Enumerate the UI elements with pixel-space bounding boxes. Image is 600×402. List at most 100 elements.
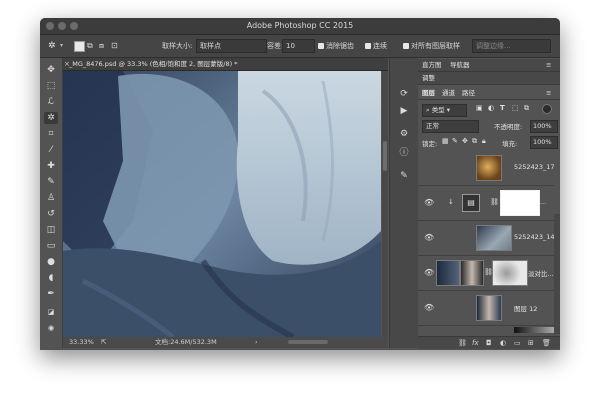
add-mask-icon[interactable]: ◘ — [486, 337, 492, 349]
sample-all-layers-checkbox[interactable]: 对所有图层取样 — [403, 40, 460, 52]
pen-tool-icon[interactable]: ✒ — [44, 288, 58, 300]
eraser-tool-icon[interactable]: ◫ — [44, 224, 58, 236]
tab-navigator[interactable]: 导航器 — [450, 59, 470, 71]
tolerance-input[interactable]: 10 — [282, 39, 315, 53]
actions-play-icon[interactable]: ▶ — [398, 105, 410, 117]
document-canvas[interactable] — [63, 71, 381, 337]
gradient-tool-icon[interactable]: ▭ — [44, 240, 58, 252]
blend-mode-select[interactable]: 正常 — [422, 120, 479, 133]
fill-input[interactable]: 100% — [530, 136, 558, 149]
histogram-navigator-tabs: 直方图 导航器 ≡ — [418, 59, 560, 72]
dodge-tool-icon[interactable]: ◖ — [44, 272, 58, 284]
tab-channels[interactable]: 通道 — [442, 87, 455, 99]
tolerance-label: 容差: — [267, 42, 284, 50]
layer-row[interactable]: 👁︎ ↓ ▤ ⛓ ... — [418, 186, 554, 221]
fx-icon[interactable]: fx — [472, 337, 479, 349]
zoom-level[interactable]: 33.33% — [69, 337, 94, 348]
panel-menu-icon[interactable]: ≡ — [546, 59, 551, 71]
lock-transparent-icon[interactable]: ▦ — [442, 137, 449, 145]
checkbox-checked-icon — [318, 43, 324, 49]
chevron-down-icon[interactable]: ▾ — [60, 40, 63, 52]
brush-tool-icon[interactable]: ✎ — [44, 176, 58, 188]
layer-name: 淡对比... — [528, 270, 554, 278]
filter-toggle-icon[interactable] — [542, 104, 552, 114]
eye-icon[interactable]: 👁︎ — [424, 303, 434, 312]
layers-footer: ⛓ fx ◘ ◐ ▭ ⊞ 🗑︎ — [418, 336, 560, 349]
new-group-icon[interactable]: ▭ — [514, 337, 521, 349]
add-selection-icon[interactable]: ⧉ — [87, 40, 93, 52]
panel-menu-icon[interactable]: ≡ — [546, 87, 551, 99]
eyedropper-tool-icon[interactable]: ⁄ — [44, 144, 58, 156]
sample-size-label: 取样大小: — [162, 42, 193, 50]
layers-scrollbar[interactable] — [554, 214, 560, 334]
layer-mask-thumbnail[interactable] — [500, 190, 540, 216]
scroll-thumb[interactable] — [383, 141, 387, 171]
sample-size-value: 取样点 — [200, 42, 221, 50]
crop-tool-icon[interactable]: ⌗ — [44, 128, 58, 140]
adjustment-layer-icon[interactable]: ◐ — [500, 337, 506, 349]
new-selection-icon[interactable] — [74, 41, 85, 52]
smart-object-filter-icon[interactable]: ⧉ — [524, 104, 529, 113]
marquee-tool-icon[interactable]: ⬚ — [44, 80, 58, 92]
tab-histogram[interactable]: 直方图 — [422, 59, 442, 71]
new-layer-icon[interactable]: ⊞ — [528, 337, 534, 349]
layer-row[interactable]: 👁︎ ⛓ 淡对比... — [418, 256, 554, 291]
layer-row[interactable]: 👁︎ 5252423_145938... — [418, 221, 554, 256]
tab-layers[interactable]: 图层 — [422, 87, 435, 99]
layer-name: ... — [540, 198, 547, 206]
foreground-color-icon[interactable]: ◪ — [44, 306, 58, 318]
lasso-tool-icon[interactable]: ℒ — [44, 96, 58, 108]
info-icon[interactable]: ⓘ — [398, 147, 410, 159]
layer-row[interactable]: 👁︎ 5252423_173600... — [418, 151, 554, 186]
magic-wand-tool-preset-icon[interactable]: ✲ — [48, 40, 56, 52]
link-layers-icon[interactable]: ⛓ — [458, 337, 467, 349]
sample-size-select[interactable]: 取样点 — [196, 39, 267, 53]
contiguous-checkbox[interactable]: 连续 — [365, 40, 387, 52]
lock-artboard-icon[interactable]: ⧉ — [472, 137, 477, 146]
canvas-vertical-scrollbar[interactable] — [382, 71, 388, 337]
lock-all-icon[interactable]: 🔒︎ — [482, 137, 486, 146]
checkbox-checked-icon — [403, 43, 409, 49]
tools-panel: ✥ ⬚ ℒ ✲ ⌗ ⁄ ✚ ✎ ♙ ↺ ◫ ▭ ● ◖ ✒ ◪ ◉ — [40, 58, 63, 348]
layer-thumbnail — [460, 260, 484, 286]
antialias-checkbox[interactable]: 消除锯齿 — [318, 40, 354, 52]
clipping-mask-icon: ↓ — [448, 198, 454, 206]
subtract-selection-icon[interactable]: ⧈ — [99, 40, 104, 52]
search-icon: ⌕ — [426, 106, 430, 114]
brush-presets-icon[interactable]: ✎ — [398, 170, 410, 182]
opacity-input[interactable]: 100% — [530, 120, 558, 133]
horizontal-scrollbar[interactable] — [288, 340, 328, 344]
quick-mask-icon[interactable]: ◉ — [44, 322, 58, 334]
tab-paths[interactable]: 路径 — [462, 87, 475, 99]
adjustment-filter-icon[interactable]: ◐ — [488, 104, 494, 112]
refine-edge-button[interactable]: 调整边缘... — [472, 39, 551, 53]
adjustment-layer-icon: ▤ — [462, 194, 480, 212]
layer-row[interactable]: 👁︎ 图层 12 — [418, 291, 554, 326]
properties-icon[interactable]: ⚙ — [398, 128, 410, 140]
eye-icon[interactable]: 👁︎ — [424, 198, 434, 207]
document-tab[interactable]: × _MG_8476.psd @ 33.3% (色相/饱和度 2, 图层蒙版/8… — [63, 58, 388, 71]
type-filter-icon[interactable]: T — [500, 104, 505, 112]
history-brush-tool-icon[interactable]: ↺ — [44, 208, 58, 220]
move-tool-icon[interactable]: ✥ — [44, 64, 58, 76]
link-icon: ⛓ — [490, 198, 499, 206]
pixel-filter-icon[interactable]: ▣ — [476, 104, 483, 112]
layer-mask-thumbnail[interactable] — [492, 260, 528, 286]
tab-adjustments[interactable]: 调整 — [422, 72, 435, 84]
intersect-selection-icon[interactable]: ⊡ — [111, 40, 118, 52]
blur-tool-icon[interactable]: ● — [44, 256, 58, 268]
healing-brush-tool-icon[interactable]: ✚ — [44, 160, 58, 172]
lock-image-icon[interactable]: ✎ — [452, 137, 458, 145]
delete-layer-icon[interactable]: 🗑︎ — [542, 337, 551, 349]
photo-image — [63, 71, 381, 337]
eye-icon[interactable]: 👁︎ — [424, 268, 434, 277]
shape-filter-icon[interactable]: ⬚ — [512, 104, 519, 112]
history-icon[interactable]: ⟳ — [398, 88, 410, 100]
lock-position-icon[interactable]: ✥ — [462, 137, 468, 145]
eye-icon[interactable]: 👁︎ — [424, 233, 434, 242]
chevron-right-icon[interactable]: › — [255, 337, 258, 348]
clone-stamp-tool-icon[interactable]: ♙ — [44, 192, 58, 204]
magic-wand-tool-icon[interactable]: ✲ — [44, 112, 58, 124]
share-icon[interactable]: ⇱ — [101, 337, 106, 348]
layer-filter-select[interactable]: ⌕ 类型 ▾ — [422, 104, 467, 117]
